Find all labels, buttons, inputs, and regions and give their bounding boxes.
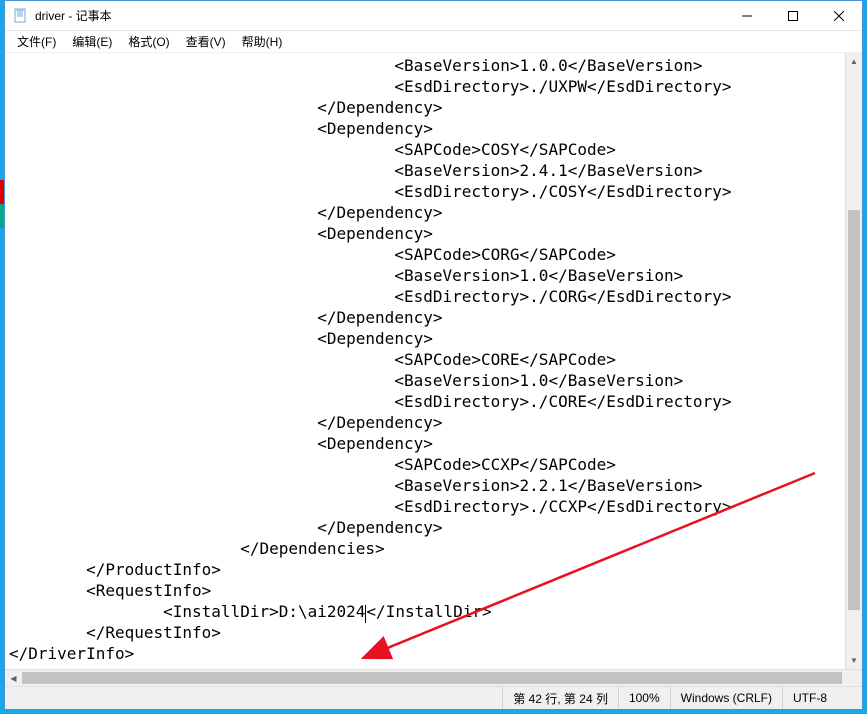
horizontal-scrollbar[interactable]: ◀ ▶ [5, 669, 862, 686]
scroll-up-icon[interactable]: ▲ [846, 53, 862, 70]
menu-edit[interactable]: 编辑(E) [64, 31, 120, 52]
status-zoom: 100% [618, 687, 670, 709]
text-line: <Dependency> [9, 433, 841, 454]
vscroll-thumb[interactable] [848, 210, 860, 610]
text-line: </Dependency> [9, 412, 841, 433]
text-line: <BaseVersion>1.0</BaseVersion> [9, 265, 841, 286]
text-editor-area[interactable]: <BaseVersion>1.0.0</BaseVersion> <EsdDir… [5, 53, 845, 669]
text-line: <BaseVersion>2.2.1</BaseVersion> [9, 475, 841, 496]
menubar: 文件(F) 编辑(E) 格式(O) 查看(V) 帮助(H) [5, 31, 862, 53]
menu-file[interactable]: 文件(F) [9, 31, 64, 52]
status-encoding: UTF-8 [782, 687, 862, 709]
text-line: <SAPCode>CORG</SAPCode> [9, 244, 841, 265]
status-line-ending: Windows (CRLF) [670, 687, 782, 709]
text-line: </Dependencies> [9, 538, 841, 559]
titlebar[interactable]: driver - 记事本 [5, 1, 862, 31]
text-line: <SAPCode>CCXP</SAPCode> [9, 454, 841, 475]
maximize-icon [788, 11, 798, 21]
text-line: <BaseVersion>1.0.0</BaseVersion> [9, 55, 841, 76]
statusbar: 第 42 行, 第 24 列 100% Windows (CRLF) UTF-8 [5, 686, 862, 709]
close-button[interactable] [816, 1, 862, 31]
notepad-window: driver - 记事本 文件(F) 编辑(E) 格式(O) 查看(V) 帮助(… [4, 0, 863, 710]
scroll-left-icon[interactable]: ◀ [5, 670, 22, 686]
text-line: </Dependency> [9, 517, 841, 538]
scroll-down-icon[interactable]: ▼ [846, 652, 862, 669]
hscroll-thumb[interactable] [22, 672, 842, 684]
text-line: </Dependency> [9, 97, 841, 118]
close-icon [834, 11, 844, 21]
vscroll-track[interactable] [846, 70, 862, 652]
text-line: <InstallDir>D:\ai2024</InstallDir> [9, 601, 841, 622]
hscroll-track[interactable] [22, 670, 828, 686]
text-line: <EsdDirectory>./CCXP</EsdDirectory> [9, 496, 841, 517]
text-line: <BaseVersion>2.4.1</BaseVersion> [9, 160, 841, 181]
text-line: <BaseVersion>1.0</BaseVersion> [9, 370, 841, 391]
notepad-icon [13, 8, 29, 24]
text-line: </Dependency> [9, 307, 841, 328]
text-line: <EsdDirectory>./CORE</EsdDirectory> [9, 391, 841, 412]
text-line: <RequestInfo> [9, 580, 841, 601]
text-line: <SAPCode>COSY</SAPCode> [9, 139, 841, 160]
text-line: </RequestInfo> [9, 622, 841, 643]
text-caret [365, 605, 366, 623]
text-line: <Dependency> [9, 118, 841, 139]
text-line: <EsdDirectory>./UXPW</EsdDirectory> [9, 76, 841, 97]
menu-view[interactable]: 查看(V) [178, 31, 234, 52]
maximize-button[interactable] [770, 1, 816, 31]
text-line: </DriverInfo> [9, 643, 841, 664]
window-title: driver - 记事本 [35, 7, 112, 24]
text-line: <Dependency> [9, 223, 841, 244]
text-line: <SAPCode>CORE</SAPCode> [9, 349, 841, 370]
menu-help[interactable]: 帮助(H) [234, 31, 291, 52]
status-position: 第 42 行, 第 24 列 [502, 687, 618, 709]
scroll-corner [845, 670, 862, 686]
minimize-button[interactable] [724, 1, 770, 31]
text-line: <Dependency> [9, 328, 841, 349]
text-line: <EsdDirectory>./CORG</EsdDirectory> [9, 286, 841, 307]
text-line: </Dependency> [9, 202, 841, 223]
menu-format[interactable]: 格式(O) [120, 31, 177, 52]
vertical-scrollbar[interactable]: ▲ ▼ [845, 53, 862, 669]
minimize-icon [742, 11, 752, 21]
text-line: <EsdDirectory>./COSY</EsdDirectory> [9, 181, 841, 202]
text-line: </ProductInfo> [9, 559, 841, 580]
